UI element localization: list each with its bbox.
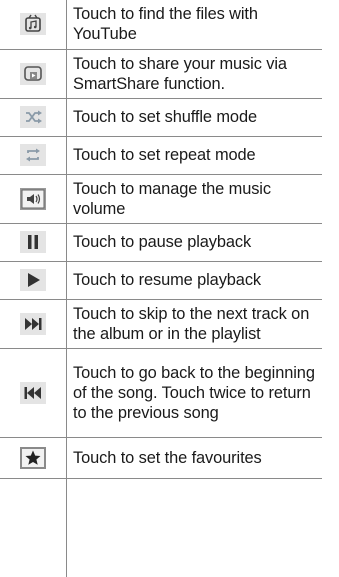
table-row: Touch to set shuffle mode (0, 97, 322, 137)
row-description: Touch to manage the music volume (73, 179, 271, 218)
icon-cell (0, 173, 67, 224)
table-row: Touch to pause playback (0, 222, 322, 262)
favourite-star-icon (20, 446, 46, 469)
row-description: Touch to find the files with YouTube (73, 5, 258, 44)
icon-cell (0, 347, 67, 438)
shuffle-icon (20, 106, 46, 128)
play-icon (20, 269, 46, 291)
icon-cell (0, 135, 67, 175)
smartshare-icon (20, 62, 46, 85)
previous-track-icon (20, 381, 46, 404)
icon-cell (0, 260, 67, 300)
row-description: Touch to resume playback (73, 271, 262, 289)
row-description: Touch to go back to the beginning of the… (73, 363, 315, 422)
icon-cell (0, 222, 67, 262)
table-row: Touch to set repeat mode (0, 135, 322, 175)
repeat-icon (20, 144, 46, 166)
table-row: Touch to find the files with YouTube (0, 0, 322, 50)
row-description: Touch to pause playback (73, 233, 252, 251)
table-row: Touch to set the favourites (0, 436, 322, 479)
icon-cell (0, 97, 67, 137)
icon-cell (0, 436, 67, 479)
pause-icon (20, 231, 46, 253)
youtube-icon (20, 13, 46, 36)
row-description: Touch to share your music via SmartShare… (73, 54, 287, 93)
icon-cell (0, 0, 67, 50)
row-description: Touch to set shuffle mode (73, 108, 257, 126)
table-row: Touch to share your music via SmartShare… (0, 48, 322, 99)
icon-cell (0, 298, 67, 349)
volume-icon (20, 187, 46, 210)
icon-cell (0, 48, 67, 99)
table-row: Touch to manage the music volume (0, 173, 322, 224)
row-description: Touch to set repeat mode (73, 146, 256, 164)
page: Touch to find the files with YouTube Tou… (0, 0, 339, 577)
row-description: Touch to skip to the next track on the a… (73, 304, 310, 343)
icon-description-table: Touch to find the files with YouTube Tou… (0, 0, 322, 479)
table-row: Touch to resume playback (0, 260, 322, 300)
row-description: Touch to set the favourites (73, 448, 262, 467)
table-row: Touch to go back to the beginning of the… (0, 347, 322, 438)
table-row: Touch to skip to the next track on the a… (0, 298, 322, 349)
next-track-icon (20, 312, 46, 335)
